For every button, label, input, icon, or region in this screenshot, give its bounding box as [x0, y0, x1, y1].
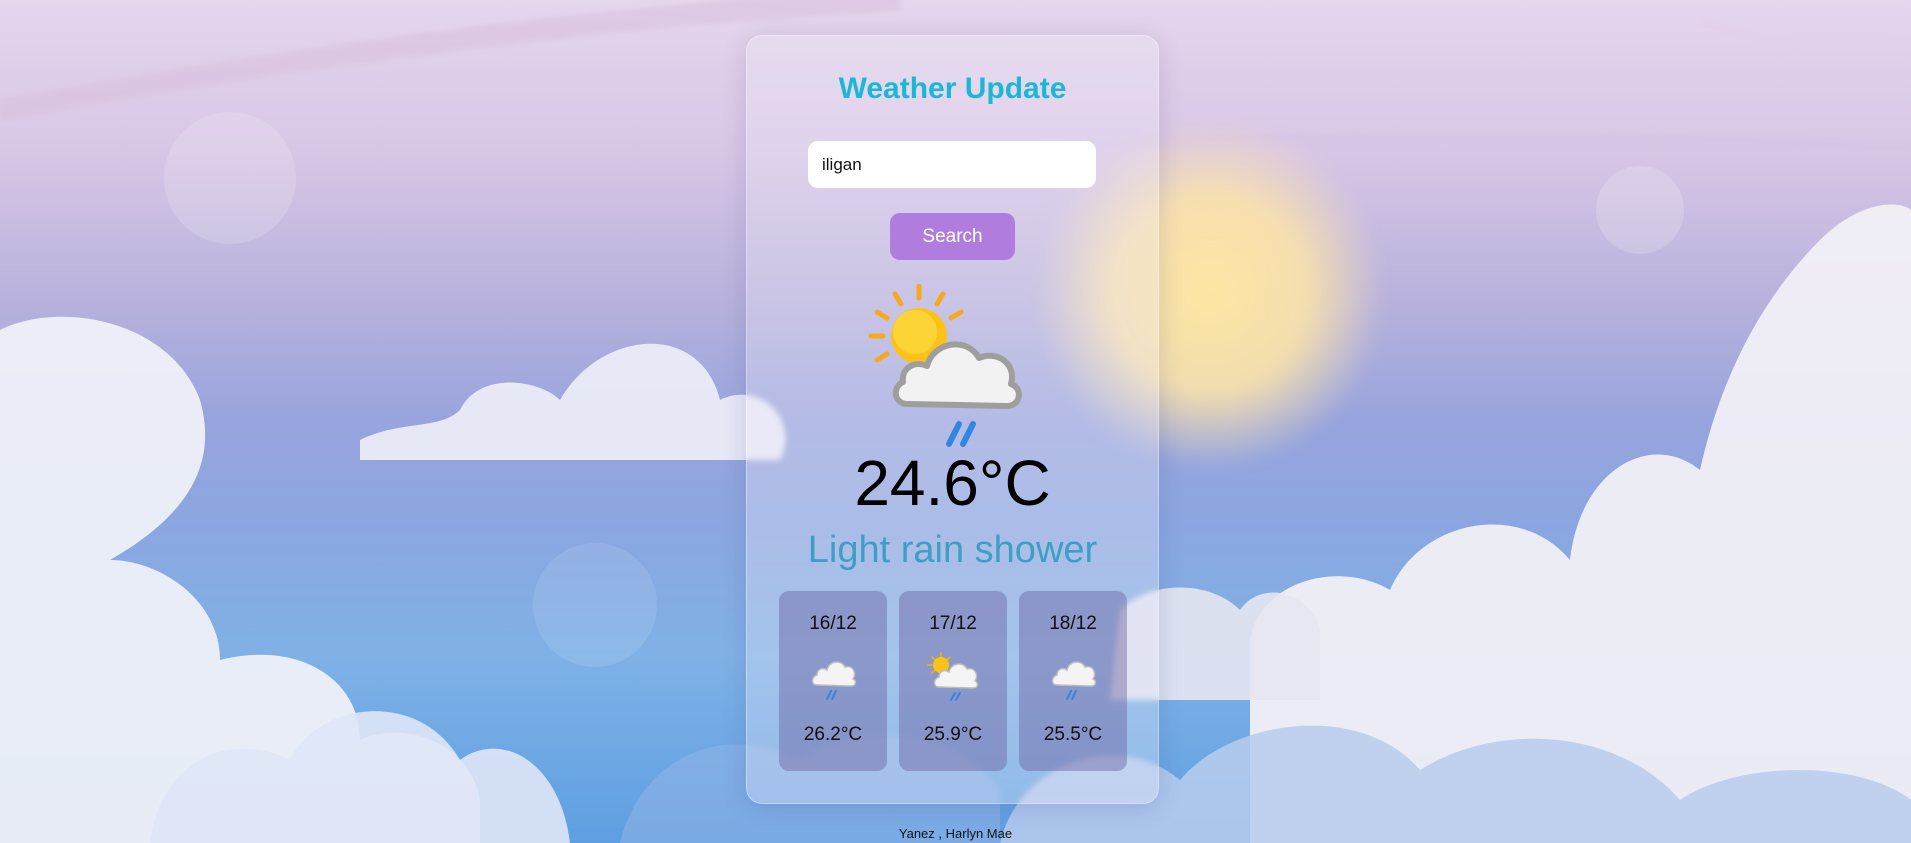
forecast-temperature: 25.9°C — [923, 724, 983, 745]
sun-cloud-rain-icon — [868, 284, 1022, 447]
app-title: Weather Update — [838, 72, 1067, 105]
city-search-input[interactable] — [808, 141, 1096, 188]
current-temperature: 24.6°C — [854, 447, 1051, 519]
sun-cloud-rain-icon — [927, 652, 979, 701]
forecast-date: 18/12 — [1049, 613, 1097, 634]
forecast-card: 18/12 25.5°C — [1019, 591, 1127, 771]
search-button[interactable]: Search — [890, 213, 1015, 260]
footer-credit: Yanez , Harlyn Mae — [898, 826, 1013, 841]
forecast-temperature: 26.2°C — [803, 724, 863, 745]
forecast-date: 16/12 — [809, 613, 857, 634]
cloud-rain-icon — [811, 661, 857, 700]
forecast-date: 17/12 — [929, 613, 977, 634]
cloud-rain-icon — [1051, 661, 1097, 700]
forecast-card: 17/12 25.9°C — [899, 591, 1007, 771]
current-condition: Light rain shower — [807, 529, 1098, 571]
forecast-temperature: 25.5°C — [1043, 724, 1103, 745]
weather-card: Weather Update Search 24.6°C Light rain … — [746, 35, 1159, 804]
forecast-card: 16/12 26.2°C — [779, 591, 887, 771]
